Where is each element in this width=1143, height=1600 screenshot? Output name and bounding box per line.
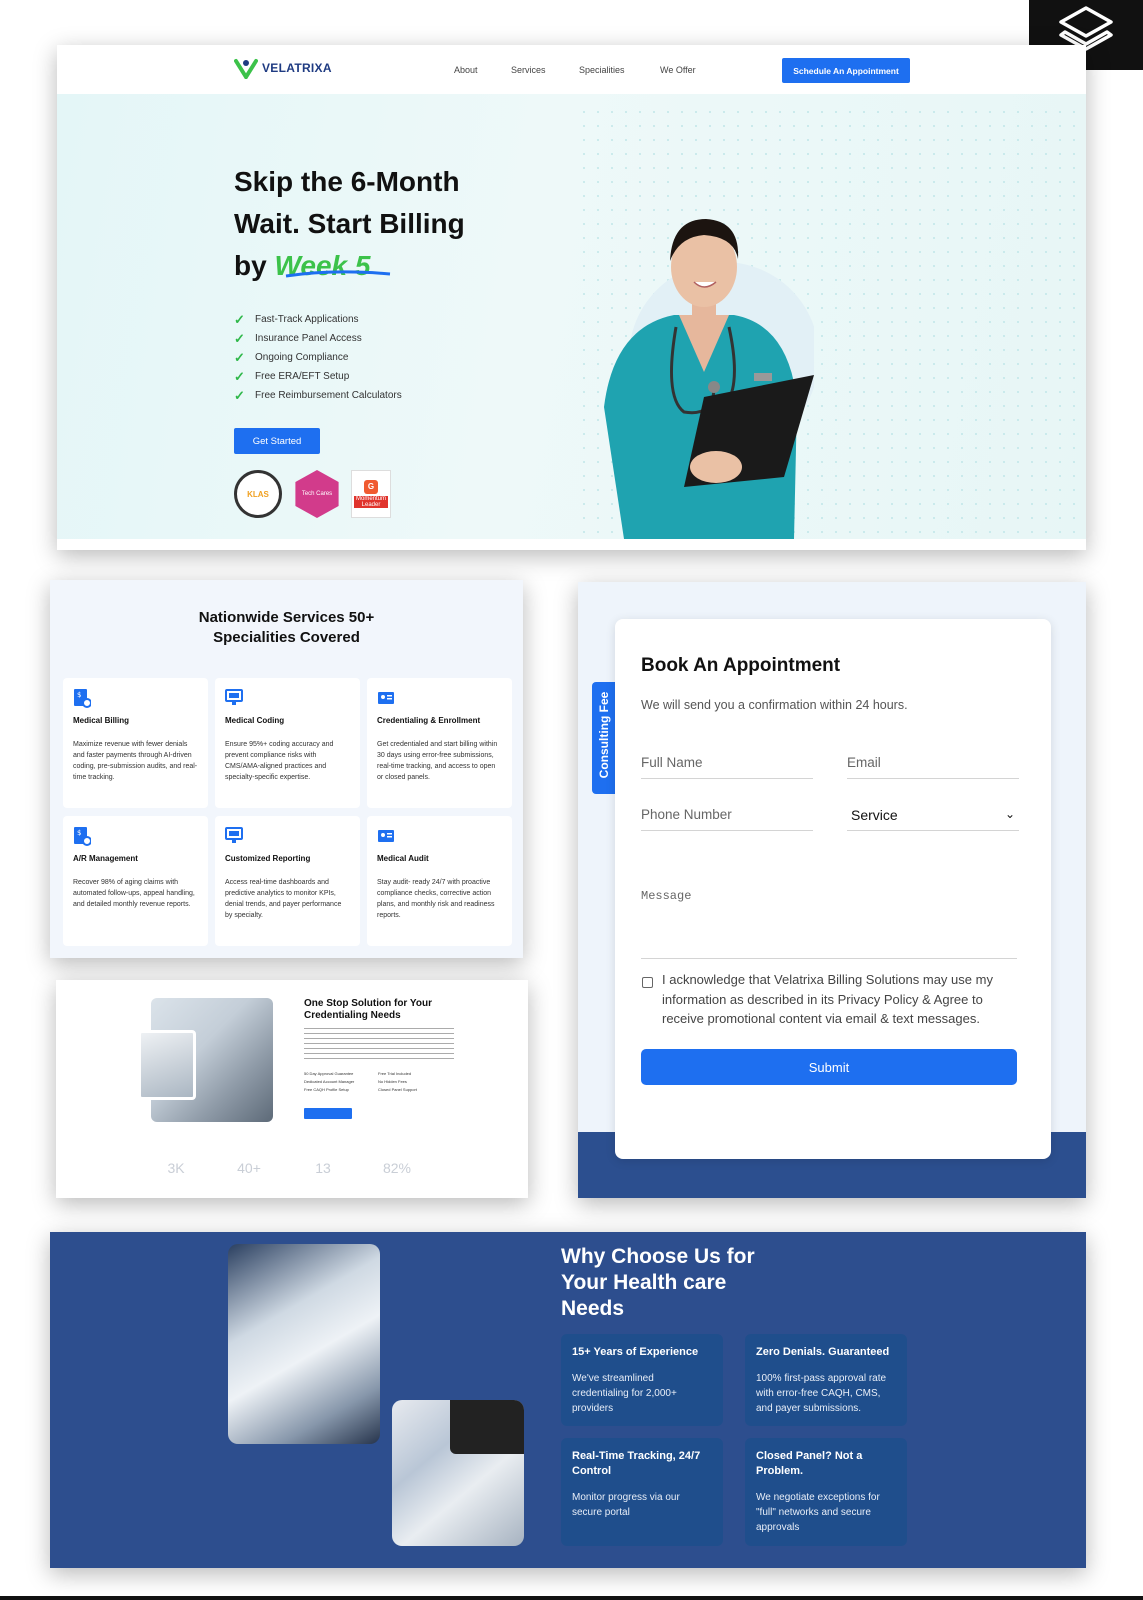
- nav-about[interactable]: About: [454, 65, 478, 75]
- headline-line-3: by Week 5: [234, 245, 524, 287]
- get-started-button[interactable]: Get Started: [234, 428, 320, 454]
- card-text: Get credentialed and start billing withi…: [377, 741, 498, 781]
- feature-checklist: ✓ Fast-Track Applications ✓ Insurance Pane…: [234, 310, 402, 405]
- card-text: Access real-time dashboards and predicti…: [225, 879, 342, 919]
- nav-services[interactable]: Services: [511, 65, 546, 75]
- card-text: Ensure 95%+ coding accuracy and prevent …: [225, 741, 334, 781]
- card-title: Medical Billing: [73, 716, 130, 725]
- form-subtitle: We will send you a confirmation within 2…: [641, 698, 908, 712]
- full-name-field[interactable]: Full Name: [641, 747, 813, 779]
- message-field[interactable]: Message: [641, 873, 1017, 959]
- billing-icon: $: [74, 689, 91, 708]
- check-item: ✓ Insurance Panel Access: [234, 330, 362, 346]
- check-icon: ✓: [234, 387, 245, 403]
- benefit-card: Real-Time Tracking, 24/7 Control Monitor…: [561, 1438, 723, 1546]
- bottom-border: [0, 1596, 1143, 1600]
- check-icon: ✓: [234, 368, 245, 384]
- logo-icon: [234, 59, 258, 79]
- card-text: Maximize revenue with fewer denials and …: [73, 741, 198, 781]
- benefit-card: 15+ Years of Experience We've streamline…: [561, 1334, 723, 1426]
- card-title: Credentialing & Enrollment: [377, 716, 481, 725]
- specialities-title: Nationwide Services 50+ Specialities Cov…: [198, 609, 375, 646]
- svg-text:$: $: [77, 691, 81, 699]
- highlight-underline: [285, 270, 391, 278]
- service-card[interactable]: $ Medical Billing Maximize revenue with …: [63, 678, 208, 808]
- consulting-fee-tab[interactable]: Consulting Fee: [592, 682, 616, 794]
- id-card-icon: [378, 692, 394, 704]
- appointment-form: Book An Appointment We will send you a c…: [615, 619, 1051, 1159]
- top-nav: VELATRIXA About Services Specialities We…: [57, 45, 1086, 94]
- brand-name: VELATRIXA: [262, 61, 332, 75]
- credentialing-paragraph: [304, 1026, 454, 1062]
- phone-field[interactable]: Phone Number: [641, 799, 813, 831]
- specialities-section: Nationwide Services 50+ Specialities Cov…: [50, 580, 523, 958]
- check-icon: ✓: [234, 311, 245, 327]
- card-text: Stay audit- ready 24/7 with proactive co…: [377, 879, 495, 919]
- email-field[interactable]: Email: [847, 747, 1019, 779]
- consent-checkbox[interactable]: [642, 977, 653, 988]
- hero-screenshot: VELATRIXA About Services Specialities We…: [57, 45, 1086, 550]
- g2-logo-icon: G: [364, 480, 378, 494]
- nav-we-offer[interactable]: We Offer: [660, 65, 696, 75]
- why-choose-section: Why Choose Us for Your Health care Needs…: [50, 1232, 1086, 1568]
- calculator-photo: [450, 1400, 524, 1454]
- headline-by: by: [234, 250, 267, 281]
- chevron-down-icon: ⌄: [1004, 807, 1015, 821]
- nurse-image: [604, 219, 814, 539]
- check-item: ✓ Free Reimbursement Calculators: [234, 387, 402, 403]
- klas-badge: KLAS: [234, 470, 282, 518]
- g2-badge: G Momentum Leader: [351, 470, 391, 518]
- credentialing-title: One Stop Solution for Your Credentialing…: [304, 998, 432, 1021]
- check-item: ✓ Ongoing Compliance: [234, 349, 349, 365]
- paperwork-photo: [228, 1244, 380, 1444]
- monitor-icon: [225, 689, 243, 705]
- booking-section: Consulting Fee Book An Appointment We wi…: [578, 582, 1086, 1198]
- headline-line-1: Skip the 6-Month: [234, 166, 460, 197]
- monitor-icon: [225, 827, 243, 843]
- benefit-card: Closed Panel? Not a Problem. We negotiat…: [745, 1438, 907, 1546]
- stat: 13: [315, 1160, 331, 1176]
- billing-icon: $: [74, 827, 91, 846]
- form-title: Book An Appointment: [641, 655, 841, 676]
- service-select[interactable]: Service ⌄: [847, 799, 1019, 831]
- check-item: ✓ Free ERA/EFT Setup: [234, 368, 350, 384]
- service-card[interactable]: Customized Reporting Access real-time da…: [215, 816, 360, 946]
- bullets-left: 50 Day Approval Guarantee Dedicated Acco…: [304, 1071, 355, 1092]
- card-title: A/R Management: [73, 854, 138, 863]
- schedule-appointment-button[interactable]: Schedule An Appointment: [782, 58, 910, 83]
- why-title: Why Choose Us for Your Health care Needs: [561, 1245, 755, 1320]
- card-title: Medical Coding: [225, 716, 285, 725]
- card-title: Medical Audit: [377, 854, 429, 863]
- check-item: ✓ Fast-Track Applications: [234, 311, 359, 327]
- benefit-card: Zero Denials. Guaranteed 100% first-pass…: [745, 1334, 907, 1426]
- logo[interactable]: VELATRIXA: [234, 57, 332, 79]
- consent-text: I acknowledge that Velatrixa Billing Sol…: [662, 972, 993, 1026]
- service-card[interactable]: Medical Coding Ensure 95%+ coding accura…: [215, 678, 360, 808]
- nav-specialities[interactable]: Specialities: [579, 65, 625, 75]
- submit-button[interactable]: Submit: [641, 1049, 1017, 1085]
- doctor-photo: [138, 1030, 196, 1100]
- check-icon: ✓: [234, 349, 245, 365]
- check-icon: ✓: [234, 330, 245, 346]
- stat: 40+: [237, 1160, 261, 1176]
- credentialing-button[interactable]: [304, 1108, 352, 1119]
- id-card-icon: [378, 830, 394, 842]
- service-card[interactable]: Medical Audit Stay audit- ready 24/7 wit…: [367, 816, 512, 946]
- headline-line-2: Wait. Start Billing: [234, 208, 465, 239]
- stat: 82%: [382, 1160, 412, 1176]
- service-card[interactable]: $ A/R Management Recover 98% of aging cl…: [63, 816, 208, 946]
- svg-text:$: $: [77, 829, 81, 837]
- card-text: Recover 98% of aging claims with automat…: [73, 879, 195, 908]
- bullets-right: Free Trial Included No Hidden Fees Close…: [378, 1071, 417, 1092]
- service-card[interactable]: Credentialing & Enrollment Get credentia…: [367, 678, 512, 808]
- credentialing-section: One Stop Solution for Your Credentialing…: [56, 980, 528, 1198]
- card-title: Customized Reporting: [225, 854, 311, 863]
- stat: 3K: [167, 1160, 185, 1176]
